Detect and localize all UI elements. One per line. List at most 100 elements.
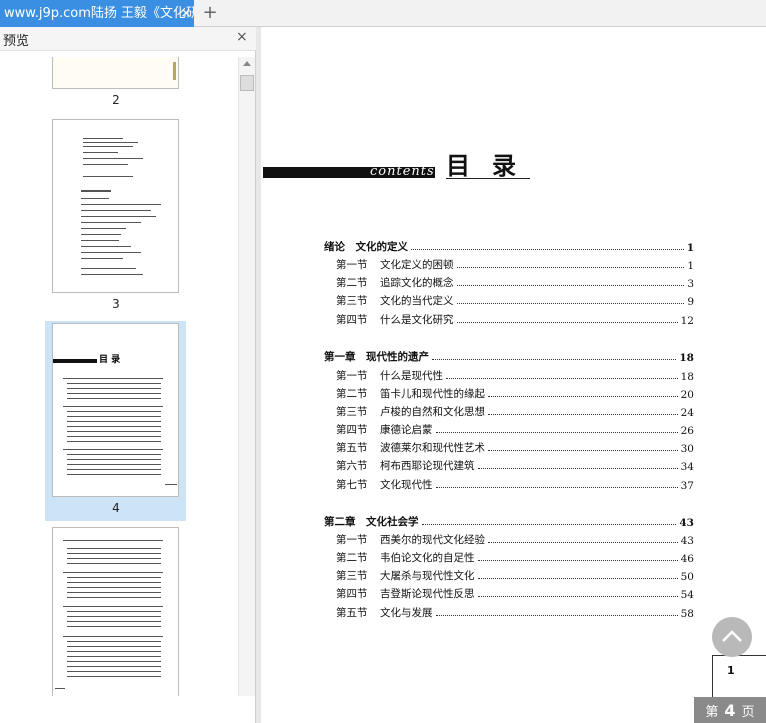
toc-chapter[interactable]: 第一章 现代性的遗产 18: [324, 348, 694, 364]
toc-section-num: 第二节: [336, 388, 368, 400]
toc-leader: [435, 432, 678, 433]
toc-page: 43: [679, 517, 694, 529]
sidebar-close-icon[interactable]: ×: [236, 29, 248, 45]
toc-section-num: 第七节: [336, 479, 368, 491]
thumbnail-page-number: 4: [112, 501, 120, 515]
toc-leader: [477, 560, 678, 561]
toc-section[interactable]: 第五节 文化与发展 58: [336, 604, 694, 620]
toc-section-title: 西美尔的现代文化经验: [380, 534, 485, 546]
toc-leader: [432, 359, 677, 360]
toc-page: 9: [687, 296, 694, 308]
toc-page: 58: [680, 608, 694, 620]
toc-section-title: 文化现代性: [380, 479, 433, 491]
toc-page: 20: [680, 389, 694, 401]
document-tab[interactable]: www.j9p.com陆扬 王毅《文化研: [0, 0, 194, 27]
toc-page: 12: [680, 315, 694, 327]
toc-chapter-title: 第一章 现代性的遗产: [324, 351, 429, 363]
toc-leader: [488, 450, 678, 451]
toc-leader: [456, 267, 685, 268]
toc-page: 43: [680, 535, 694, 547]
toc-leader: [435, 615, 678, 616]
toc-section-title: 康德论启蒙: [380, 424, 433, 436]
toc-section-title: 大屠杀与现代性文化: [380, 570, 475, 582]
close-tab-icon[interactable]: ×: [178, 0, 194, 27]
toc-leader: [477, 578, 678, 579]
chevron-up-icon: [722, 630, 742, 642]
sidebar-title: 预览: [3, 34, 30, 49]
next-page-number: 1: [727, 664, 735, 677]
toc-section-title: 波德莱尔和现代性艺术: [380, 442, 485, 454]
toc-section-num: 第一节: [336, 370, 368, 382]
thumbnail-page-number: 3: [112, 297, 120, 311]
toc-chapter[interactable]: 绪论 文化的定义 1: [324, 238, 694, 254]
page-thumbnail-5[interactable]: [52, 527, 179, 696]
toc-page: 24: [680, 407, 694, 419]
toc-leader: [488, 396, 678, 397]
toc-section[interactable]: 第三节 大屠杀与现代性文化 50: [336, 567, 694, 583]
page-indicator-prefix: 第: [705, 704, 719, 720]
toc-section-num: 第四节: [336, 314, 368, 326]
toc-page: 34: [680, 461, 694, 473]
document-tab-title: www.j9p.com陆扬 王毅《文化研: [4, 6, 194, 21]
toc-section[interactable]: 第七节 文化现代性 37: [336, 476, 694, 492]
toc-section-title: 文化定义的困顿: [380, 259, 454, 271]
contents-word: contents: [370, 164, 435, 179]
toc-section-num: 第五节: [336, 607, 368, 619]
toc-heading: 目录: [446, 152, 538, 180]
page-thumbnail-2[interactable]: [52, 57, 179, 89]
toc-section-num: 第三节: [336, 570, 368, 582]
toc-section[interactable]: 第五节 波德莱尔和现代性艺术 30: [336, 439, 694, 455]
page-thumbnail-4[interactable]: 目 录: [52, 323, 179, 497]
toc-page: 37: [680, 480, 694, 492]
toc-section[interactable]: 第二节 追踪文化的概念 3: [336, 274, 694, 290]
toc-leader: [411, 249, 684, 250]
toc-section-num: 第四节: [336, 424, 368, 436]
toc-section[interactable]: 第四节 什么是文化研究 12: [336, 311, 694, 327]
toc-section[interactable]: 第六节 柯布西耶论现代建筑 34: [336, 457, 694, 473]
toc-section-num: 第五节: [336, 442, 368, 454]
toc-section-num: 第三节: [336, 406, 368, 418]
toc-leader: [446, 378, 678, 379]
toc-section[interactable]: 第一节 什么是现代性 18: [336, 367, 694, 383]
next-page-preview: [712, 655, 766, 700]
toc-section-title: 文化的当代定义: [380, 295, 454, 307]
sidebar-header: 预览 ×: [0, 27, 256, 51]
toc-page: 18: [680, 371, 694, 383]
toc-section-title: 吉登斯论现代性反思: [380, 588, 475, 600]
toc-section[interactable]: 第三节 文化的当代定义 9: [336, 292, 694, 308]
toc-section[interactable]: 第三节 卢梭的自然和文化思想 24: [336, 403, 694, 419]
thumbnail-scrollbar[interactable]: [238, 57, 255, 696]
toc-section[interactable]: 第四节 康德论启蒙 26: [336, 421, 694, 437]
toc-leader: [477, 468, 678, 469]
toc-section[interactable]: 第四节 吉登斯论现代性反思 54: [336, 585, 694, 601]
toc-section-num: 第一节: [336, 259, 368, 271]
toc-section-title: 笛卡儿和现代性的缘起: [380, 388, 485, 400]
toc-section-title: 追踪文化的概念: [380, 277, 454, 289]
toc-page: 1: [687, 260, 694, 272]
toc-section[interactable]: 第二节 笛卡儿和现代性的缘起 20: [336, 385, 694, 401]
toc-section-title: 什么是文化研究: [380, 314, 454, 326]
scrollbar-thumb[interactable]: [240, 75, 254, 91]
toc-section-num: 第二节: [336, 552, 368, 564]
toc-section[interactable]: 第二节 韦伯论文化的自足性 46: [336, 549, 694, 565]
toc-page: 26: [680, 425, 694, 437]
scroll-up-icon[interactable]: [243, 61, 251, 66]
new-tab-button[interactable]: +: [200, 2, 220, 24]
thumbnail-list: 2 3 目 录 4: [0, 57, 238, 696]
toc-heading-underline: [446, 178, 530, 179]
toc-leader: [488, 414, 678, 415]
toc-leader: [456, 285, 685, 286]
back-to-top-button[interactable]: [712, 617, 752, 657]
toc-chapter[interactable]: 第二章 文化社会学 43: [324, 513, 694, 529]
toc-section-num: 第四节: [336, 588, 368, 600]
toc-leader: [456, 303, 685, 304]
toc-section-num: 第六节: [336, 460, 368, 472]
toc-leader: [435, 487, 678, 488]
toc-leader: [477, 596, 678, 597]
toc-section[interactable]: 第一节 西美尔的现代文化经验 43: [336, 531, 694, 547]
thumbnail-page-number: 2: [112, 93, 120, 107]
toc-page: 54: [680, 589, 694, 601]
toc-section-title: 柯布西耶论现代建筑: [380, 460, 475, 472]
toc-section[interactable]: 第一节 文化定义的困顿 1: [336, 256, 694, 272]
page-thumbnail-3[interactable]: [52, 119, 179, 293]
